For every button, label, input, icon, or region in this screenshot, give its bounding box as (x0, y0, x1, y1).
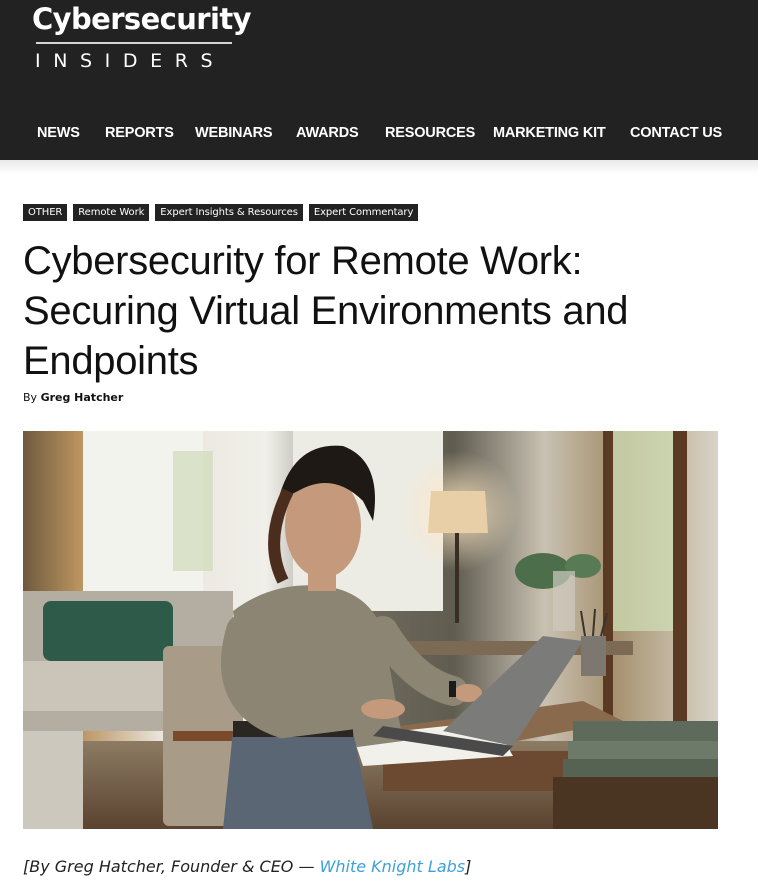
nav-item-news[interactable]: NEWS (37, 125, 80, 141)
logo-wordmark-top: Cybersecurity (32, 2, 251, 36)
nav-item-resources[interactable]: RESOURCES (385, 125, 475, 141)
tag-expert-insights-resources[interactable]: Expert Insights & Resources (155, 204, 303, 221)
category-tags: OTHER Remote Work Expert Insights & Reso… (23, 204, 419, 221)
nav-item-reports[interactable]: REPORTS (105, 125, 174, 141)
intro-close-bracket: ] (465, 857, 472, 876)
byline-prefix: By (23, 391, 41, 404)
tag-expert-commentary[interactable]: Expert Commentary (308, 204, 419, 221)
nav-item-contact-us[interactable]: CONTACT US (630, 125, 722, 141)
intro-text: By Greg Hatcher, Founder & CEO — (29, 857, 320, 876)
logo-wordmark-bottom: INSIDERS (35, 50, 226, 72)
featured-image (23, 431, 718, 829)
article-title: Cybersecurity for Remote Work: Securing … (23, 239, 629, 383)
article-intro: [By Greg Hatcher, Founder & CEO — White … (23, 857, 471, 876)
main-nav: NEWS REPORTS WEBINARS AWARDS RESOURCES M… (0, 112, 758, 160)
logo-divider (36, 42, 232, 44)
site-header: Cybersecurity INSIDERS NEWS REPORTS WEBI… (0, 0, 758, 160)
nav-item-webinars[interactable]: WEBINARS (195, 125, 273, 141)
site-logo[interactable]: Cybersecurity INSIDERS (32, 0, 251, 80)
byline: By Greg Hatcher (23, 391, 123, 404)
tag-other[interactable]: OTHER (23, 204, 68, 221)
featured-image-illustration (23, 431, 718, 829)
header-shadow (0, 160, 758, 174)
company-link[interactable]: White Knight Labs (320, 857, 466, 876)
nav-item-awards[interactable]: AWARDS (296, 125, 359, 141)
tag-remote-work[interactable]: Remote Work (73, 204, 150, 221)
nav-item-marketing-kit[interactable]: MARKETING KIT (493, 125, 606, 141)
author-link[interactable]: Greg Hatcher (41, 391, 124, 404)
